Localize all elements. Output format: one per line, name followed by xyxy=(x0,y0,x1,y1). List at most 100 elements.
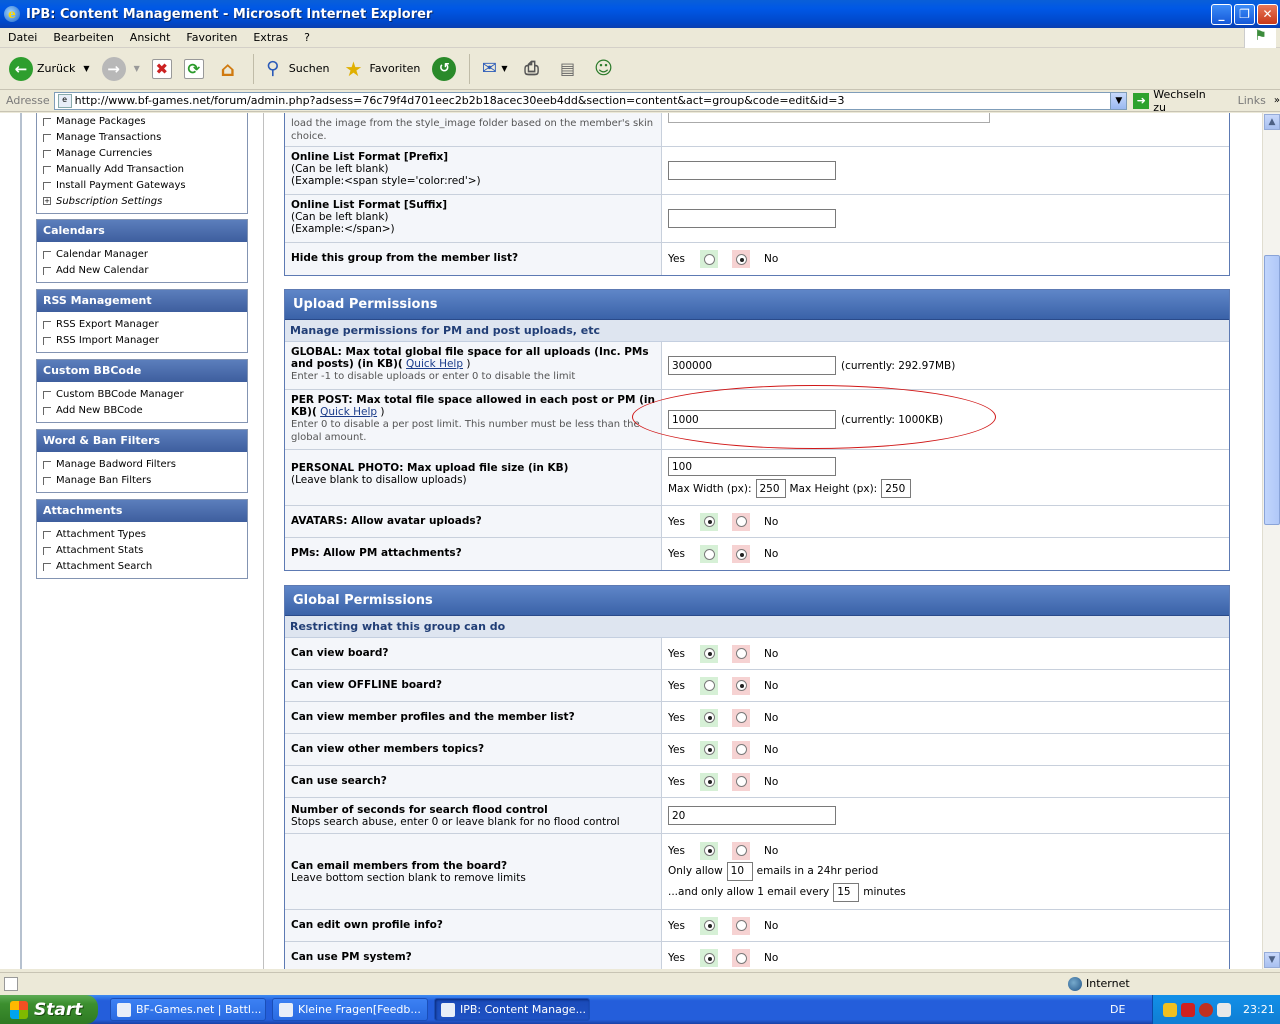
flood-control-input[interactable] xyxy=(668,806,836,825)
app-tray-icon[interactable] xyxy=(1199,1002,1213,1017)
favorites-button[interactable]: ★ Favoriten xyxy=(338,52,423,86)
pms-no-radio[interactable] xyxy=(732,545,750,563)
links-button[interactable]: Links xyxy=(1238,94,1266,107)
menu-favorites[interactable]: Favoriten xyxy=(178,31,245,44)
sidebar-item-rss-export[interactable]: RSS Export Manager xyxy=(37,316,247,332)
perpost-hint: Enter 0 to disable a per post limit. Thi… xyxy=(291,419,640,443)
sidebar-item-manage-currencies[interactable]: Manage Currencies xyxy=(37,145,247,161)
quick-help-link[interactable]: Quick Help xyxy=(320,406,377,418)
sidebar-item-manually-add-transaction[interactable]: Manually Add Transaction xyxy=(37,161,247,177)
address-input[interactable]: e http://www.bf-games.net/forum/admin.ph… xyxy=(53,91,1128,110)
start-label: Start xyxy=(34,999,83,1020)
sidebar-item-manage-transactions[interactable]: Manage Transactions xyxy=(37,129,247,145)
edit-profile-no-radio[interactable] xyxy=(732,916,750,935)
form-row-view-profiles: Can view member profiles and the member … xyxy=(285,702,1229,734)
use-search-yes-radio[interactable] xyxy=(700,772,718,791)
minimize-button[interactable]: _ xyxy=(1211,3,1232,25)
menu-edit[interactable]: Bearbeiten xyxy=(45,31,121,44)
hide-group-no-radio[interactable] xyxy=(732,250,750,268)
view-profiles-yes-radio[interactable] xyxy=(700,708,718,727)
view-board-no-radio[interactable] xyxy=(732,644,750,663)
emails-per-day-input[interactable] xyxy=(726,861,753,881)
quick-help-link[interactable]: Quick Help xyxy=(406,358,463,370)
avatars-yes-radio[interactable] xyxy=(700,512,718,531)
menu-file[interactable]: Datei xyxy=(0,31,45,44)
scroll-thumb[interactable] xyxy=(1264,255,1280,525)
use-pm-yes-radio[interactable] xyxy=(700,949,718,967)
sidebar-item-ban-filters[interactable]: Manage Ban Filters xyxy=(37,472,247,488)
menu-help[interactable]: ? xyxy=(296,31,318,44)
search-button[interactable]: ⚲ Suchen xyxy=(258,52,333,86)
shield-icon[interactable] xyxy=(1163,1002,1177,1017)
messenger-button[interactable]: ☺ xyxy=(589,52,619,86)
scroll-down-icon[interactable]: ▼ xyxy=(1264,952,1280,968)
only-allow-label: Only allow xyxy=(668,865,723,877)
forward-button[interactable]: → ▼ xyxy=(99,52,143,86)
avatars-no-radio[interactable] xyxy=(732,512,750,531)
sidebar-item-badword-filters[interactable]: Manage Badword Filters xyxy=(37,456,247,472)
yes-no-toggle: Yes No xyxy=(668,772,1223,791)
photo-size-input[interactable] xyxy=(668,457,836,476)
close-button[interactable]: ✕ xyxy=(1257,3,1278,25)
go-button[interactable]: ➜ Wechseln zu xyxy=(1133,88,1221,114)
vertical-scrollbar[interactable]: ▲ ▼ xyxy=(1262,113,1280,969)
scroll-up-icon[interactable]: ▲ xyxy=(1264,114,1280,130)
taskbar-item-bfgames[interactable]: BF-Games.net | Battl... xyxy=(110,998,266,1021)
email-minutes-input[interactable] xyxy=(833,882,860,902)
edit-profile-yes-radio[interactable] xyxy=(700,916,718,935)
sidebar-item-manage-packages[interactable]: Manage Packages xyxy=(37,113,247,129)
maximize-button[interactable]: ❐ xyxy=(1234,3,1255,25)
view-offline-no-radio[interactable] xyxy=(732,676,750,695)
max-height-input[interactable] xyxy=(881,479,912,498)
address-dropdown-icon[interactable]: ▼ xyxy=(1110,92,1127,109)
ati-icon[interactable] xyxy=(1181,1002,1195,1017)
home-button[interactable]: ⌂ xyxy=(213,52,243,86)
email-no-radio[interactable] xyxy=(732,841,750,860)
sidebar-item-add-bbcode[interactable]: Add New BBCode xyxy=(37,402,247,418)
max-width-input[interactable] xyxy=(755,479,786,498)
taskbar-item-ipb[interactable]: IPB: Content Manage... xyxy=(434,998,590,1021)
view-topics-yes-radio[interactable] xyxy=(700,740,718,759)
sidebar-item-attachment-stats[interactable]: Attachment Stats xyxy=(37,542,247,558)
sidebar-item-attachment-search[interactable]: Attachment Search xyxy=(37,558,247,574)
radio-circle xyxy=(703,253,715,265)
view-profiles-no-radio[interactable] xyxy=(732,708,750,727)
history-button[interactable]: ↺ xyxy=(429,52,459,86)
forward-dropdown-icon[interactable]: ▼ xyxy=(134,64,140,73)
menu-view[interactable]: Ansicht xyxy=(122,31,179,44)
sidebar-item-rss-import[interactable]: RSS Import Manager xyxy=(37,332,247,348)
menu-tools[interactable]: Extras xyxy=(245,31,296,44)
sidebar-item-bbcode-manager[interactable]: Custom BBCode Manager xyxy=(37,386,247,402)
suffix-input[interactable] xyxy=(668,209,836,228)
volume-icon[interactable] xyxy=(1217,1002,1231,1017)
sidebar-item-subscription-settings[interactable]: + Subscription Settings xyxy=(37,193,247,209)
sidebar-item-label: Add New Calendar xyxy=(56,264,149,276)
edit-button[interactable]: ▤ xyxy=(553,52,583,86)
back-button[interactable]: ← Zurück ▼ xyxy=(6,52,93,86)
language-indicator[interactable]: DE xyxy=(1110,1003,1125,1016)
hide-group-yes-radio[interactable] xyxy=(700,250,718,268)
image-select[interactable] xyxy=(668,113,990,123)
use-search-no-radio[interactable] xyxy=(732,772,750,791)
sidebar-item-calendar-manager[interactable]: Calendar Manager xyxy=(37,246,247,262)
back-dropdown-icon[interactable]: ▼ xyxy=(83,64,89,73)
sidebar-item-add-new-calendar[interactable]: Add New Calendar xyxy=(37,262,247,278)
view-topics-no-radio[interactable] xyxy=(732,740,750,759)
view-offline-yes-radio[interactable] xyxy=(700,676,718,695)
mail-dropdown-icon[interactable]: ▼ xyxy=(501,64,507,73)
stop-button[interactable]: ✖ xyxy=(149,52,175,86)
sidebar-item-attachment-types[interactable]: Attachment Types xyxy=(37,526,247,542)
print-button[interactable]: ⎙ xyxy=(517,52,547,86)
mail-button[interactable]: ✉ ▼ xyxy=(474,52,510,86)
global-space-input[interactable] xyxy=(668,356,836,375)
start-button[interactable]: Start xyxy=(0,995,98,1024)
taskbar-item-kleine-fragen[interactable]: Kleine Fragen[Feedb... xyxy=(272,998,428,1021)
pms-yes-radio[interactable] xyxy=(700,545,718,563)
links-chevron-icon[interactable]: » xyxy=(1274,95,1280,106)
email-yes-radio[interactable] xyxy=(700,841,718,860)
prefix-input[interactable] xyxy=(668,161,836,180)
sidebar-item-install-payment-gateways[interactable]: Install Payment Gateways xyxy=(37,177,247,193)
use-pm-no-radio[interactable] xyxy=(732,949,750,967)
refresh-button[interactable]: ⟳ xyxy=(181,52,207,86)
view-board-yes-radio[interactable] xyxy=(700,644,718,663)
